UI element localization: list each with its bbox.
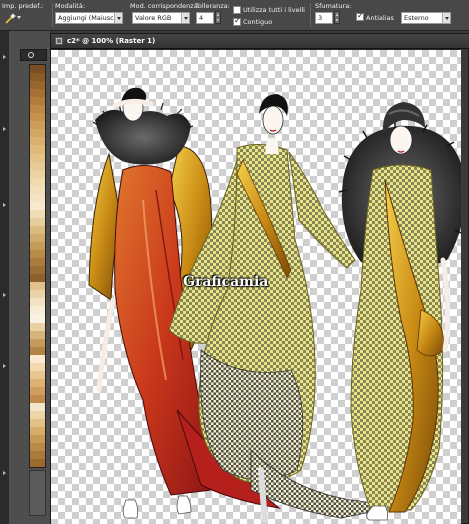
color-swatch[interactable]	[30, 459, 45, 468]
color-swatch[interactable]	[30, 209, 45, 218]
arrow-right-icon[interactable]	[3, 471, 6, 475]
color-swatch[interactable]	[30, 65, 45, 74]
match-mode-select[interactable]: Valore RGB	[132, 12, 190, 24]
color-swatch[interactable]	[30, 73, 45, 82]
color-swatch[interactable]	[30, 354, 45, 363]
antialias-checkbox[interactable]	[356, 11, 364, 21]
color-swatch[interactable]	[30, 201, 45, 210]
color-swatch[interactable]	[30, 153, 45, 162]
antialias-label: Antialias	[366, 14, 394, 22]
all-layers-checkbox[interactable]	[233, 6, 241, 14]
color-swatch[interactable]	[30, 217, 45, 226]
color-swatch[interactable]	[30, 129, 45, 138]
color-swatch[interactable]	[30, 290, 45, 299]
color-swatch[interactable]	[30, 402, 45, 412]
chevron-down-icon[interactable]	[181, 13, 189, 23]
color-swatch[interactable]	[30, 105, 45, 114]
color-swatch[interactable]	[30, 298, 45, 307]
document-window: c2* @ 100% (Raster 1) Graficamia	[50, 33, 469, 524]
antialias-mode-select[interactable]: Esterno	[401, 12, 451, 24]
tool-options-bar: Imp. predef.: Modalità: Aggiungi (Maiusc…	[0, 0, 469, 31]
tolerance-spinner[interactable]	[215, 11, 221, 24]
mode-value: Aggiungi (Maiusc)	[58, 14, 117, 22]
document-title-bar[interactable]: c2* @ 100% (Raster 1)	[51, 34, 469, 49]
color-swatch-palette[interactable]	[29, 64, 46, 468]
color-swatch[interactable]	[30, 274, 45, 283]
chevron-down-icon[interactable]	[114, 13, 122, 23]
tools-strip	[0, 31, 9, 524]
color-swatch[interactable]	[30, 435, 45, 444]
color-swatch[interactable]	[30, 169, 45, 178]
feather-input[interactable]: 3	[315, 12, 333, 24]
color-swatch[interactable]	[30, 193, 45, 202]
color-swatch[interactable]	[30, 242, 45, 251]
color-swatch[interactable]	[30, 266, 45, 275]
magic-wand-icon[interactable]	[4, 12, 17, 25]
color-swatch[interactable]	[30, 362, 45, 371]
color-swatch[interactable]	[30, 386, 45, 395]
arrow-right-icon[interactable]	[3, 293, 6, 297]
color-swatch[interactable]	[30, 185, 45, 194]
color-swatch[interactable]	[30, 177, 45, 186]
color-swatch[interactable]	[30, 322, 45, 331]
document-icon	[55, 37, 63, 45]
feather-label: Sfumatura:	[315, 2, 352, 10]
color-swatch[interactable]	[30, 81, 45, 90]
color-swatch[interactable]	[30, 113, 45, 122]
color-swatch[interactable]	[30, 258, 45, 267]
color-swatch[interactable]	[30, 89, 45, 98]
arrow-right-icon[interactable]	[3, 127, 6, 131]
color-swatch[interactable]	[30, 306, 45, 315]
color-swatch[interactable]	[30, 419, 45, 428]
color-swatch[interactable]	[30, 330, 45, 339]
color-swatch[interactable]	[30, 451, 45, 460]
palette-icon	[28, 52, 34, 58]
palette-header[interactable]	[20, 49, 47, 61]
color-swatch[interactable]	[30, 314, 45, 323]
feather-value: 3	[318, 14, 323, 22]
separator	[310, 3, 311, 27]
color-swatch[interactable]	[30, 346, 45, 355]
color-swatch[interactable]	[30, 443, 45, 452]
document-title: c2* @ 100% (Raster 1)	[67, 37, 156, 45]
color-swatch[interactable]	[30, 121, 45, 130]
image-canvas[interactable]: Graficamia	[51, 50, 461, 524]
color-swatch[interactable]	[30, 161, 45, 170]
feather-spinner[interactable]	[334, 11, 340, 24]
all-layers-label: Utilizza tutti i livelli	[243, 6, 305, 14]
match-mode-value: Valore RGB	[135, 14, 172, 22]
antialias-mode-value: Esterno	[404, 14, 429, 22]
tolerance-input[interactable]: 4	[196, 12, 214, 24]
contiguous-label: Contiguo	[243, 18, 273, 26]
tolerance-value: 4	[199, 14, 204, 22]
arrow-right-icon[interactable]	[3, 55, 6, 59]
color-swatch[interactable]	[30, 97, 45, 106]
color-swatch[interactable]	[30, 427, 45, 436]
mode-label: Modalità:	[55, 2, 86, 10]
color-swatch[interactable]	[30, 282, 45, 291]
color-swatch[interactable]	[30, 411, 45, 420]
palette-scrollbar[interactable]	[29, 470, 46, 516]
preset-dropdown-icon[interactable]	[17, 16, 21, 19]
match-mode-label: Mod. corrispondenza:	[130, 2, 200, 10]
chevron-down-icon[interactable]	[442, 13, 450, 23]
preset-label: Imp. predef.:	[2, 2, 44, 10]
color-swatch[interactable]	[30, 394, 45, 403]
color-swatch[interactable]	[30, 145, 45, 154]
color-swatch[interactable]	[30, 250, 45, 259]
color-swatch[interactable]	[30, 233, 45, 243]
arrow-right-icon[interactable]	[3, 364, 6, 368]
color-swatch[interactable]	[30, 225, 45, 234]
color-swatch[interactable]	[30, 137, 45, 146]
tolerance-label: Tolleranza:	[195, 2, 230, 10]
separator	[52, 3, 53, 27]
watermark-text: Graficamia	[183, 274, 269, 290]
mode-select[interactable]: Aggiungi (Maiusc)	[55, 12, 123, 24]
contiguous-checkbox[interactable]	[233, 16, 241, 26]
color-swatch[interactable]	[30, 338, 45, 347]
vertical-scrollbar[interactable]	[460, 49, 468, 523]
color-swatch[interactable]	[30, 378, 45, 387]
color-swatch[interactable]	[30, 370, 45, 379]
arrow-right-icon[interactable]	[3, 203, 6, 207]
